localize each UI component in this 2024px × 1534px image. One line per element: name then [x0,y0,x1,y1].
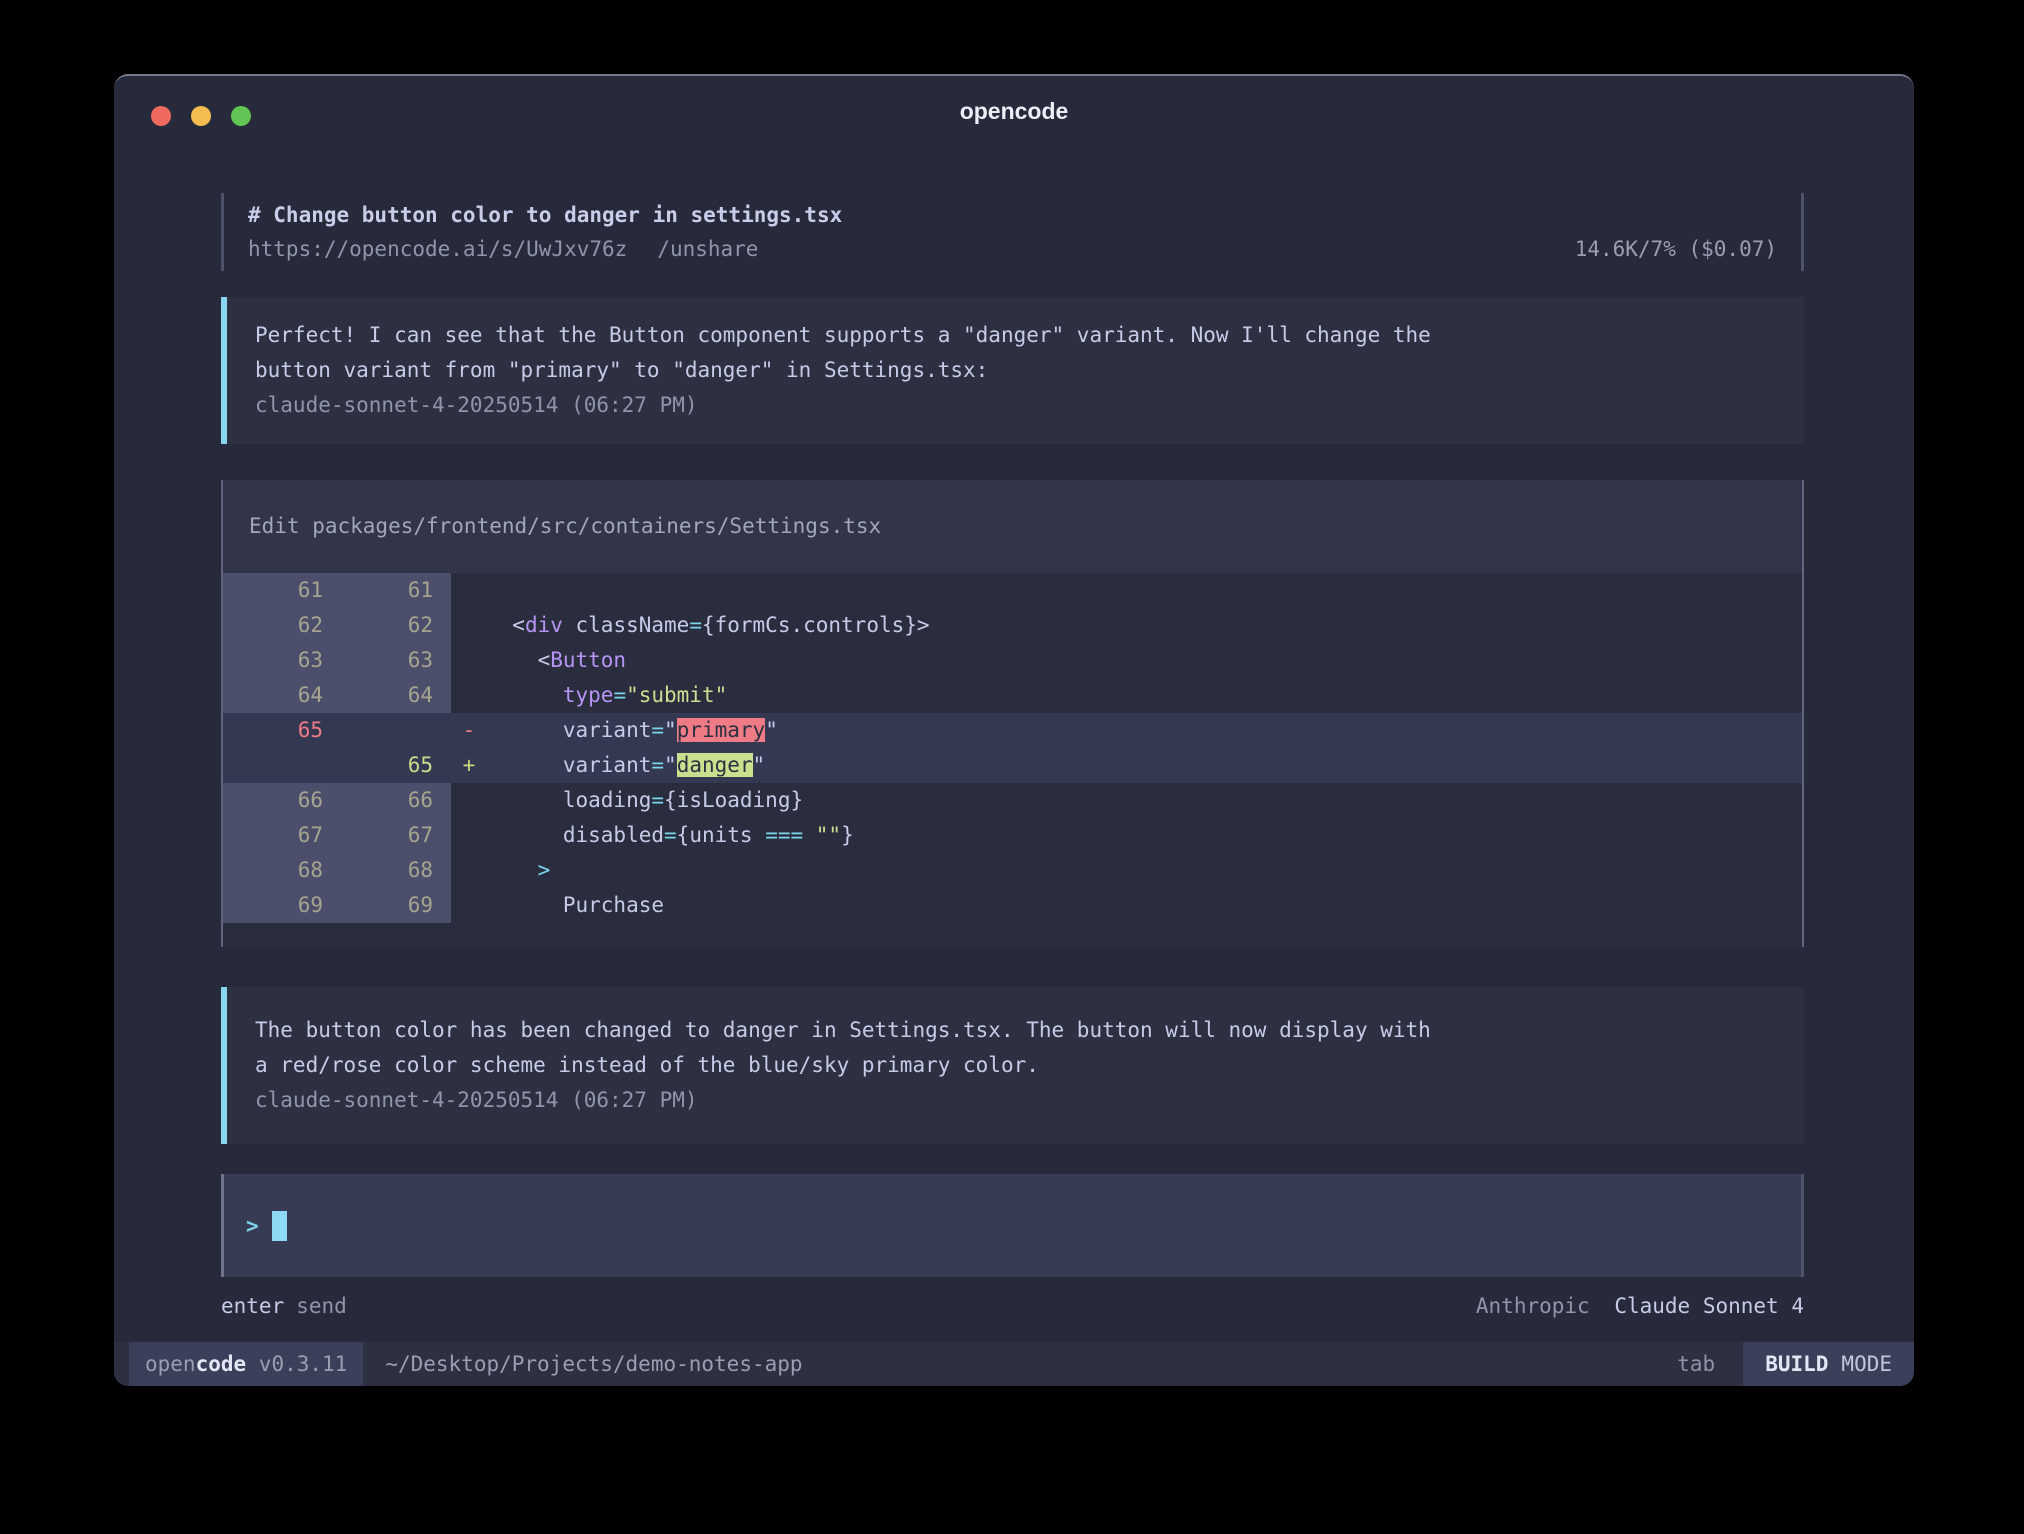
diff-gutter: 6666 [223,783,451,818]
session-subheader: https://opencode.ai/s/UwJxv76z /unshare … [248,232,1777,266]
diff-gutter: 6363 [223,643,451,678]
diff-row: 6363 <Button [223,643,1802,678]
diff-code-line: variant="primary" [487,713,778,748]
diff-change-marker [451,783,487,818]
diff-row: 6767 disabled={units === ""} [223,818,1802,853]
diff-gutter: 6969 [223,888,451,923]
mode-toggle-chip[interactable]: BUILD MODE [1743,1342,1914,1386]
traffic-lights [151,106,251,126]
app-name-open: open [145,1352,196,1376]
diff-code-line: > [487,853,550,888]
app-version-chip: open code v0.3.11 [129,1342,363,1386]
diff-gutter: 6262 [223,608,451,643]
session-content: # Change button color to danger in setti… [221,193,1804,1324]
titlebar: opencode [114,76,1914,146]
input-footer: enter send Anthropic Claude Sonnet 4 [221,1289,1804,1324]
model-provider: Anthropic [1476,1294,1590,1318]
diff-row: 6464 type="submit" [223,678,1802,713]
model-info: Anthropic Claude Sonnet 4 [1476,1289,1804,1324]
context-usage-stats: 14.6K/7% ($0.07) [1575,232,1777,266]
working-directory: ~/Desktop/Projects/demo-notes-app [385,1352,802,1376]
message-text-line: Perfect! I can see that the Button compo… [255,318,1804,353]
diff-gutter: 6868 [223,853,451,888]
diff-change-marker [451,608,487,643]
close-window-button[interactable] [151,106,171,126]
diff-code-line: disabled={units === ""} [487,818,854,853]
send-action-hint: send [296,1289,347,1324]
diff-row: 65+ variant="danger" [223,748,1802,783]
model-name: Claude Sonnet 4 [1614,1294,1804,1318]
edit-diff-block: Edit packages/frontend/src/containers/Se… [221,480,1804,947]
diff-change-marker [451,888,487,923]
tab-key-hint: tab [1677,1352,1715,1376]
diff-gutter: 6767 [223,818,451,853]
status-bar: open code v0.3.11 ~/Desktop/Projects/dem… [114,1342,1914,1386]
diff-change-marker [451,643,487,678]
diff-row: 6868 > [223,853,1802,888]
diff-code-line: <div className={formCs.controls}> [487,608,930,643]
diff-change-marker [451,678,487,713]
message-text-line: The button color has been changed to dan… [255,1013,1804,1048]
diff-file-header: Edit packages/frontend/src/containers/Se… [223,480,1802,573]
diff-row: 65- variant="primary" [223,713,1802,748]
prompt-symbol: > [246,1214,259,1238]
diff-code-line: loading={isLoading} [487,783,803,818]
diff-gutter: 65 [223,748,451,783]
session-title: # Change button color to danger in setti… [248,198,1777,232]
diff-change-marker [451,818,487,853]
diff-row: 6161 [223,573,1802,608]
diff-change-marker: - [451,713,487,748]
app-version: v0.3.11 [246,1352,347,1376]
diff-code-line: <Button [487,643,626,678]
diff-row: 6969 Purchase [223,888,1802,923]
minimize-window-button[interactable] [191,106,211,126]
diff-gutter: 6464 [223,678,451,713]
prompt-input[interactable]: > [221,1174,1804,1277]
diff-change-marker: + [451,748,487,783]
message-model-meta: claude-sonnet-4-20250514 (06:27 PM) [255,388,1804,423]
diff-row: 6262 <div className={formCs.controls}> [223,608,1802,643]
mode-secondary-label: MODE [1841,1352,1892,1376]
app-name-code: code [196,1352,247,1376]
message-text-line: a red/rose color scheme instead of the b… [255,1048,1804,1083]
session-header: # Change button color to danger in setti… [221,193,1804,271]
diff-rows: 61616262 <div className={formCs.controls… [223,573,1802,947]
opencode-window: opencode # Change button color to danger… [114,74,1914,1386]
enter-key-hint: enter [221,1289,284,1324]
share-url-link[interactable]: https://opencode.ai/s/UwJxv76z [248,232,627,266]
diff-row: 6666 loading={isLoading} [223,783,1802,818]
diff-gutter: 65 [223,713,451,748]
diff-change-marker [451,853,487,888]
statusbar-right: tab BUILD MODE [1677,1342,1914,1386]
mode-primary-label: BUILD [1765,1352,1828,1376]
diff-code-line: Purchase [487,888,664,923]
diff-change-marker [451,573,487,608]
assistant-message: The button color has been changed to dan… [221,987,1804,1144]
message-model-meta: claude-sonnet-4-20250514 (06:27 PM) [255,1083,1804,1118]
diff-code-line: variant="danger" [487,748,765,783]
zoom-window-button[interactable] [231,106,251,126]
assistant-message: Perfect! I can see that the Button compo… [221,297,1804,444]
unshare-command[interactable]: /unshare [657,232,758,266]
diff-gutter: 6161 [223,573,451,608]
window-title: opencode [960,98,1069,125]
message-text-line: button variant from "primary" to "danger… [255,353,1804,388]
diff-code-line: type="submit" [487,678,727,713]
text-cursor [272,1211,287,1241]
